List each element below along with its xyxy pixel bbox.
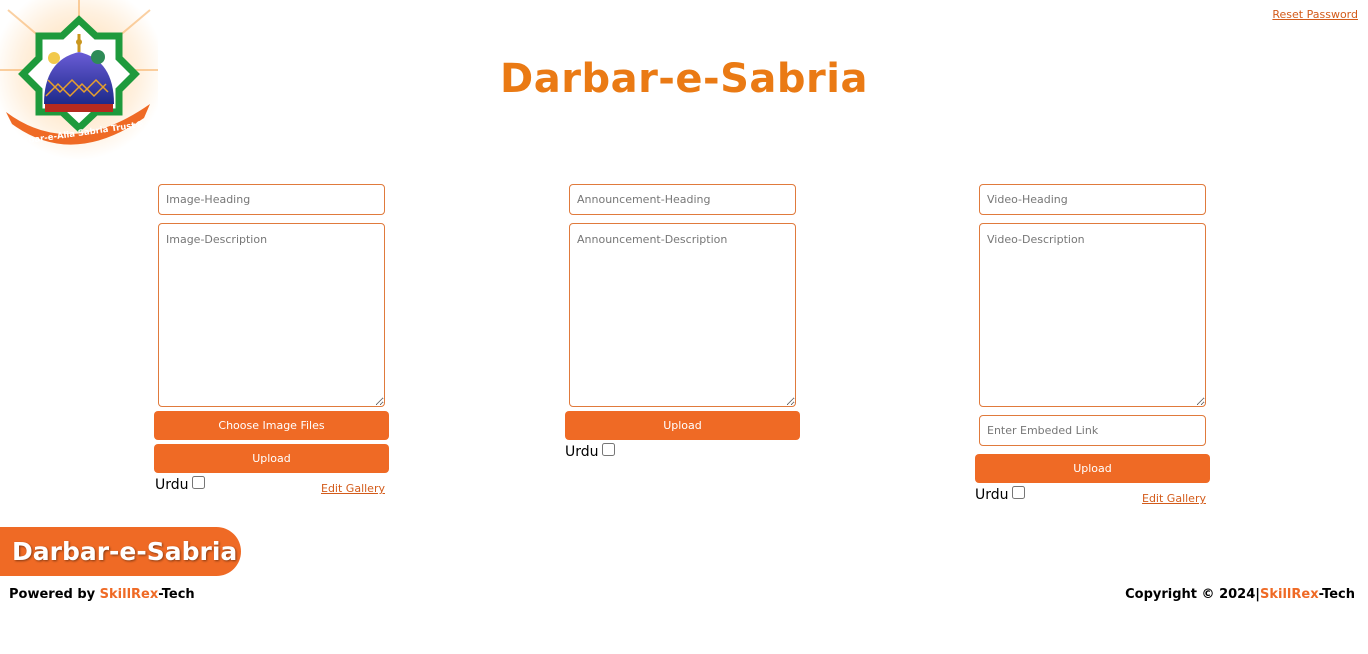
video-upload-button[interactable]: Upload	[975, 454, 1210, 483]
copyright-prefix: Copyright © 2024|	[1125, 587, 1260, 602]
image-urdu-checkbox[interactable]	[191, 475, 205, 489]
announcement-heading-input[interactable]	[569, 184, 796, 215]
image-upload-button[interactable]: Upload	[154, 444, 389, 473]
embed-link-input[interactable]	[979, 415, 1206, 446]
announcement-description-input[interactable]	[569, 223, 796, 407]
image-urdu-option[interactable]: Urdu	[155, 475, 205, 493]
announcement-upload-button[interactable]: Upload	[565, 411, 800, 440]
page-title: Darbar-e-Sabria	[500, 56, 868, 102]
urdu-label: Urdu	[975, 487, 1009, 503]
announcement-urdu-checkbox[interactable]	[601, 442, 615, 456]
video-description-input[interactable]	[979, 223, 1206, 407]
video-urdu-checkbox[interactable]	[1011, 485, 1025, 499]
image-description-input[interactable]	[158, 223, 385, 407]
video-heading-input[interactable]	[979, 184, 1206, 215]
brand-tech: -Tech	[158, 587, 195, 602]
powered-prefix: Powered by	[9, 587, 100, 602]
copyright-brand-tech: -Tech	[1318, 587, 1355, 602]
reset-password-link[interactable]: Reset Password	[1272, 8, 1358, 21]
image-heading-input[interactable]	[158, 184, 385, 215]
video-edit-gallery-link[interactable]: Edit Gallery	[1142, 492, 1206, 505]
copyright-brand-skillrex[interactable]: SkillRex	[1260, 587, 1319, 602]
brand-skillrex[interactable]: SkillRex	[100, 587, 159, 602]
choose-image-files-button[interactable]: Choose Image Files	[154, 411, 389, 440]
urdu-label: Urdu	[565, 444, 599, 460]
urdu-label: Urdu	[155, 477, 189, 493]
copyright-text: Copyright © 2024|SkillRex-Tech	[1125, 587, 1355, 602]
powered-by-text: Powered by SkillRex-Tech	[9, 587, 195, 602]
footer-brand-badge: Darbar-e-Sabria	[0, 527, 241, 576]
video-urdu-option[interactable]: Urdu	[975, 485, 1025, 503]
announcement-urdu-option[interactable]: Urdu	[565, 442, 615, 460]
image-edit-gallery-link[interactable]: Edit Gallery	[321, 482, 385, 495]
